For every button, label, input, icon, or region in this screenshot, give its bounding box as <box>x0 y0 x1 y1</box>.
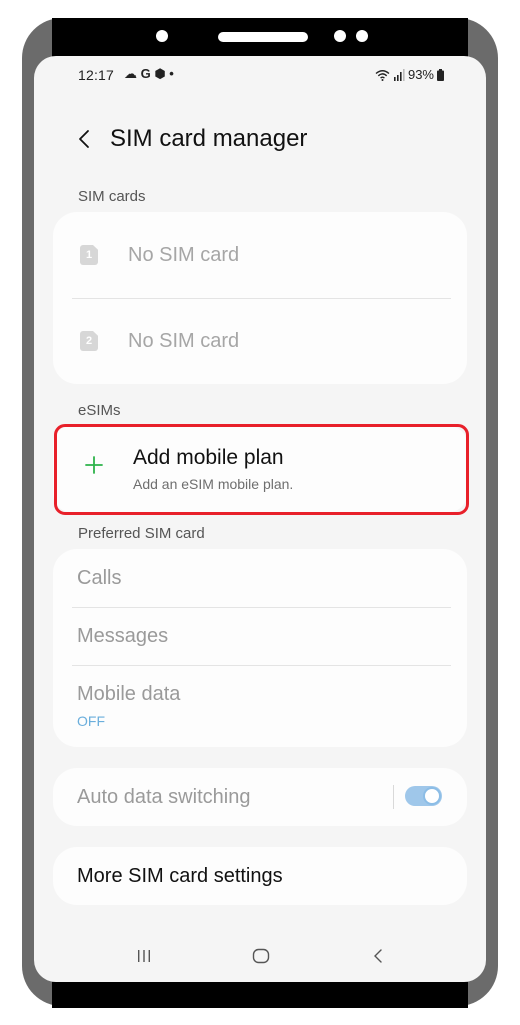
add-mobile-plan-title: Add mobile plan <box>133 446 284 469</box>
battery-percent: 93% <box>407 67 434 82</box>
calls-row[interactable]: Calls <box>53 549 467 607</box>
recent-apps-icon[interactable] <box>132 944 156 968</box>
header: SIM card manager <box>78 122 307 156</box>
status-time: 12:17 <box>78 67 115 83</box>
calls-label: Calls <box>77 567 122 589</box>
phone-bottom-bezel <box>52 982 468 1008</box>
messages-row[interactable]: Messages <box>53 607 467 665</box>
notification-icons: ☁ G ⬢ • <box>124 66 174 81</box>
mobile-data-row[interactable]: Mobile data OFF <box>53 665 467 747</box>
sim-slot-2-row[interactable]: 2 No SIM card <box>53 298 467 384</box>
more-sim-card-settings-card[interactable]: More SIM card settings <box>53 847 467 905</box>
preferred-sim-card: Calls Messages Mobile data OFF <box>53 549 467 747</box>
navigation-bar <box>34 936 486 976</box>
back-arrow-icon[interactable] <box>78 124 100 154</box>
mobile-data-label: Mobile data <box>77 683 181 705</box>
toggle-knob <box>423 787 441 805</box>
front-camera <box>156 30 168 42</box>
home-icon[interactable] <box>249 944 273 968</box>
wifi-icon <box>375 69 390 81</box>
sim-cards-card: 1 No SIM card 2 No SIM card <box>53 212 467 384</box>
earpiece-speaker <box>218 32 308 42</box>
auto-data-switching-card[interactable]: Auto data switching <box>53 768 467 826</box>
back-nav-icon[interactable] <box>366 944 390 968</box>
plus-icon <box>85 456 103 474</box>
toggle-separator <box>393 785 394 809</box>
sim-slot-1-row[interactable]: 1 No SIM card <box>53 212 467 298</box>
sim-2-icon: 2 <box>80 331 98 351</box>
sim-slot-1-label: No SIM card <box>128 243 240 266</box>
more-sim-card-settings-label: More SIM card settings <box>77 865 283 887</box>
signal-icon <box>393 68 405 81</box>
phone-top-bezel <box>52 18 468 58</box>
proximity-sensor <box>334 30 346 42</box>
status-right: 93% <box>375 67 444 82</box>
messages-label: Messages <box>77 625 169 647</box>
sim-slot-2-label: No SIM card <box>128 329 240 352</box>
light-sensor <box>356 30 368 42</box>
auto-data-switching-toggle[interactable] <box>405 786 442 806</box>
sim-1-icon: 1 <box>80 245 98 265</box>
battery-icon <box>437 68 444 81</box>
sim-cards-section-label: SIM cards <box>78 188 146 205</box>
mobile-data-value: OFF <box>77 713 105 729</box>
add-mobile-plan-button[interactable]: Add mobile plan Add an eSIM mobile plan. <box>53 426 467 512</box>
esims-section-label: eSIMs <box>78 402 121 419</box>
status-bar: 12:17 ☁ G ⬢ • 93% <box>34 56 486 92</box>
add-mobile-plan-subtitle: Add an eSIM mobile plan. <box>133 476 294 492</box>
preferred-sim-section-label: Preferred SIM card <box>78 525 205 542</box>
page-title: SIM card manager <box>110 125 308 152</box>
auto-data-switching-label: Auto data switching <box>77 786 251 808</box>
screen: 12:17 ☁ G ⬢ • 93% SIM card manager SIM c… <box>34 56 486 982</box>
